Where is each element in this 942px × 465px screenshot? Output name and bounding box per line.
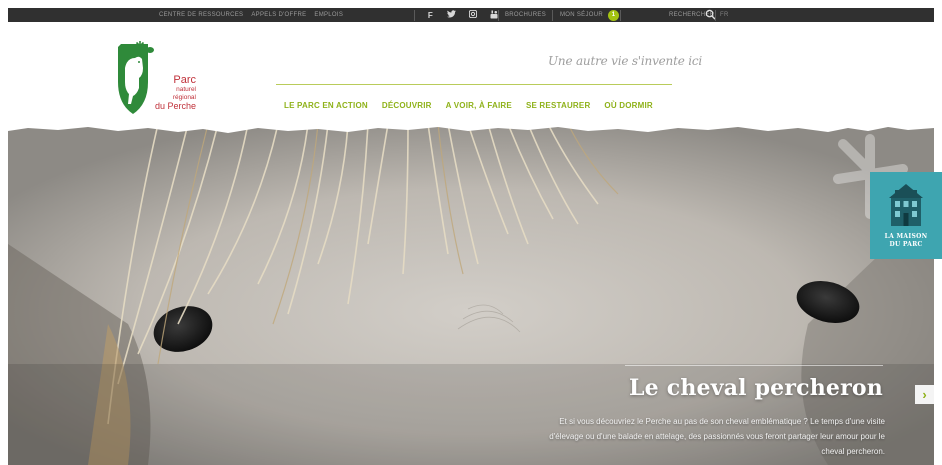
divider xyxy=(715,10,716,21)
language-selector[interactable]: FR xyxy=(720,12,729,18)
chevron-right-icon: › xyxy=(922,387,927,402)
link-appels-offre[interactable]: APPELS D'OFFRE xyxy=(251,12,306,18)
nav-divider xyxy=(276,84,672,85)
brochures-link[interactable]: BROCHURES xyxy=(505,12,546,18)
maison-line-2: DU PARC xyxy=(889,240,923,248)
sejour-count-badge: 1 xyxy=(608,9,620,21)
hero-title: Le cheval percheron xyxy=(629,375,883,401)
nav-item-a-voir-a-faire[interactable]: A VOIR, À FAIRE xyxy=(446,101,512,110)
torn-edge xyxy=(8,124,934,133)
link-emplois[interactable]: EMPLOIS xyxy=(314,12,343,18)
facebook-icon[interactable]: f xyxy=(426,11,435,20)
tagline: Une autre vie s'invente ici xyxy=(548,54,703,68)
divider xyxy=(620,10,621,21)
main-nav: LE PARC EN ACTION DÉCOUVRIR A VOIR, À FA… xyxy=(284,101,653,110)
mon-sejour-label: MON SÉJOUR xyxy=(560,12,604,18)
instagram-icon[interactable] xyxy=(468,9,477,20)
utility-links: CENTRE DE RESSOURCES APPELS D'OFFRE EMPL… xyxy=(159,12,343,18)
divider xyxy=(414,10,415,21)
maison-du-parc-button[interactable]: LA MAISON DU PARC xyxy=(870,172,942,259)
logo-line-parc: Parc xyxy=(173,74,196,86)
maison-line-1: LA MAISON xyxy=(884,233,928,240)
social-links: f xyxy=(426,9,498,21)
logo-line-naturel: naturel xyxy=(176,86,196,93)
logo-wordmark: Parc naturel régional du Perche xyxy=(138,75,196,111)
maison-du-parc-label: LA MAISON DU PARC xyxy=(870,233,942,249)
twitter-icon[interactable] xyxy=(447,10,456,20)
hero-divider xyxy=(625,365,883,366)
divider xyxy=(552,10,553,21)
nav-item-se-restaurer[interactable]: SE RESTAURER xyxy=(526,101,590,110)
nav-item-decouvrir[interactable]: DÉCOUVRIR xyxy=(382,101,432,110)
link-centre-ressources[interactable]: CENTRE DE RESSOURCES xyxy=(159,12,243,18)
hero-description: Et si vous découvriez le Perche au pas d… xyxy=(549,417,885,456)
top-utility-bar: CENTRE DE RESSOURCES APPELS D'OFFRE EMPL… xyxy=(8,8,934,22)
page: CENTRE DE RESSOURCES APPELS D'OFFRE EMPL… xyxy=(0,0,942,465)
nav-item-le-parc-en-action[interactable]: LE PARC EN ACTION xyxy=(284,101,368,110)
divider xyxy=(498,10,499,21)
logo-line-perche: du Perche xyxy=(154,101,196,111)
youtube-icon[interactable] xyxy=(489,10,498,21)
house-icon xyxy=(889,184,923,226)
nav-item-ou-dormir[interactable]: OÙ DORMIR xyxy=(604,101,652,110)
mon-sejour-link[interactable]: MON SÉJOUR 1 xyxy=(560,9,620,21)
next-slide-button[interactable]: › xyxy=(915,385,934,404)
